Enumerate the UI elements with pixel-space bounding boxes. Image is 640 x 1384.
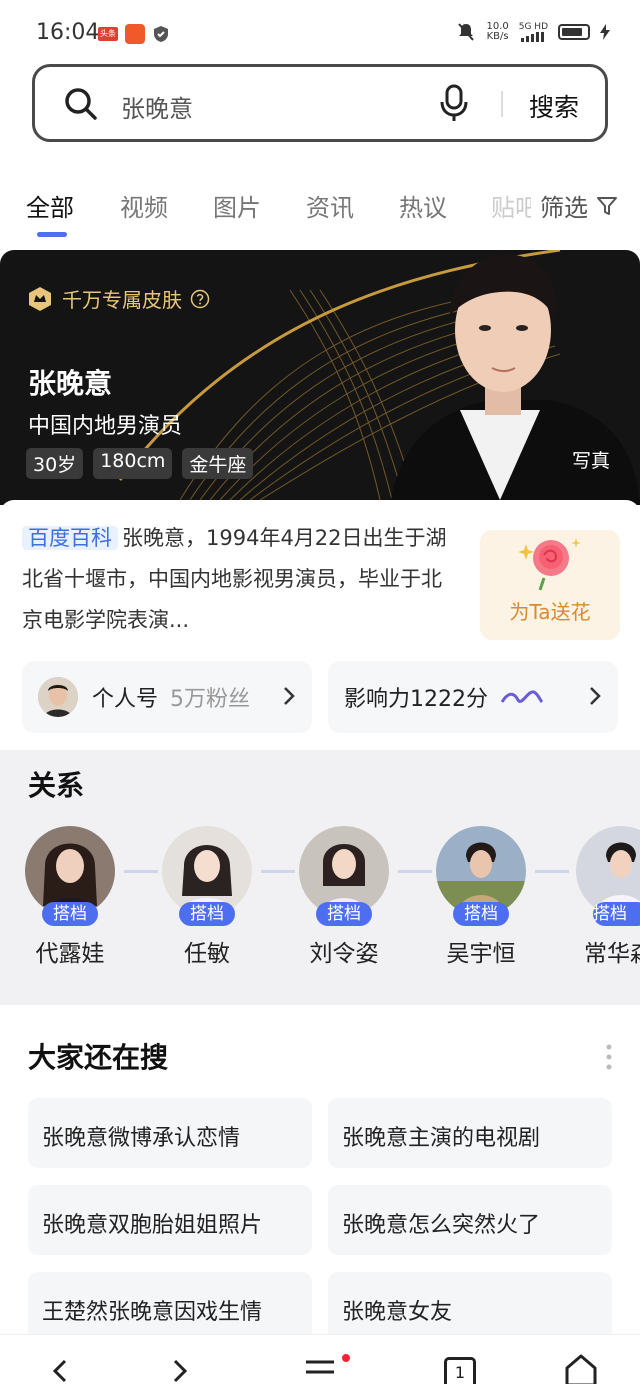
tab-images[interactable]: 图片 [213,188,261,223]
relations-section: 关系 搭档 代露娃 搭档 任敏 搭档 刘令姿 搭档 吴宇恒 搭档 常华 [0,750,640,1005]
related-search-item[interactable]: 张晚意微博承认恋情 [28,1098,312,1168]
crown-icon [29,286,51,311]
app-notification-icon [125,24,145,44]
person-name: 吴宇恒 [446,941,516,967]
person-name: 代露娃 [35,941,105,967]
relation-tag: 搭档 [42,902,98,926]
celebrity-hero-card[interactable]: 千万专属皮肤 张晚意 中国内地男演员 30岁 180cm 金牛座 写真 [0,250,640,505]
related-search-item[interactable]: 张晚意怎么突然火了 [328,1185,612,1255]
microphone-icon[interactable] [439,84,469,124]
active-tab-indicator [37,232,67,237]
relation-tag: 搭档 [316,902,372,926]
notification-dot [342,1354,350,1362]
search-box[interactable]: 张晚意 搜索 [32,64,608,142]
toutiao-app-icon: 头条 [98,27,118,41]
mute-bell-icon [458,23,475,41]
baike-description[interactable]: 百度百科 张晚意，1994年4月22日出生于湖北省十堰市，中国内地影视男演员，毕业… [22,518,462,641]
rose-icon [518,538,581,591]
photo-gallery-link[interactable]: 写真 [572,446,610,473]
tab-tieba[interactable]: 贴吧 [491,188,531,223]
section-title: 大家还在搜 [28,1041,169,1074]
height-chip: 180cm [93,448,173,479]
relation-tag: 搭档 [179,902,235,926]
person-name: 刘令姿 [309,941,379,967]
zodiac-chip: 金牛座 [182,448,254,479]
question-icon[interactable] [190,289,210,309]
filter-button[interactable]: 筛选 [540,188,618,223]
tab-all[interactable]: 全部 [26,188,74,223]
celebrity-name: 张晚意 [28,367,113,400]
relation-person[interactable]: 搭档 代露娃 [15,826,125,968]
bottom-navigation: 1 [0,1334,640,1384]
person-name: 任敏 [184,941,230,967]
baike-tag: 百度百科 [22,526,118,550]
back-icon[interactable] [50,1357,70,1384]
person-name: 常华森 [584,941,640,967]
related-searches-section: 大家还在搜 张晚意微博承认恋情 张晚意主演的电视剧 张晚意双胞胎姐姐照片 张晚意… [0,1006,640,1342]
related-search-item[interactable]: 张晚意双胞胎姐姐照片 [28,1185,312,1255]
baike-summary-card: 百度百科 张晚意，1994年4月22日出生于湖北省十堰市，中国内地影视男演员，毕业… [0,500,640,750]
shield-icon [154,26,168,42]
avatar [38,677,78,717]
section-title: 关系 [28,769,85,802]
tab-news[interactable]: 资讯 [306,188,354,223]
age-chip: 30岁 [26,448,84,479]
menu-icon[interactable] [304,1357,336,1384]
personal-account-link[interactable]: 个人号 5万粉丝 [22,661,312,733]
influence-score-link[interactable]: 影响力1222分 [328,661,618,733]
chevron-right-icon [284,687,295,705]
celebrity-title: 中国内地男演员 [28,414,183,439]
relation-person[interactable]: 搭档 常华森 [564,826,640,968]
battery-icon [558,24,590,40]
network-speed: 10.0 KB/s [486,21,509,42]
signal-bars-icon [521,32,545,42]
relation-person[interactable]: 搭档 任敏 [152,826,262,968]
search-input[interactable]: 张晚意 [121,89,193,124]
skin-badge[interactable]: 千万专属皮肤 [26,284,210,313]
tab-video[interactable]: 视频 [120,188,168,223]
search-icon [65,88,97,120]
send-flower-button[interactable]: 为Ta送花 [480,530,620,640]
tab-discussion[interactable]: 热议 [399,188,447,223]
relation-person[interactable]: 搭档 吴宇恒 [426,826,536,968]
divider [501,91,503,117]
related-search-item[interactable]: 张晚意主演的电视剧 [328,1098,612,1168]
signal-indicator: 5G HD [519,22,548,42]
relation-person[interactable]: 搭档 刘令姿 [289,826,399,968]
funnel-icon [597,196,617,215]
more-vertical-icon[interactable] [606,1044,612,1070]
relation-tag: 搭档 [453,902,509,926]
charging-icon [600,24,610,40]
status-bar: 16:04 头条 10.0 KB/s 5G HD [0,0,640,64]
search-button[interactable]: 搜索 [529,88,579,124]
status-time: 16:04 [36,20,100,45]
related-search-item[interactable]: 王楚然张晚意因戏生情 [28,1272,312,1342]
forward-icon[interactable] [170,1357,190,1384]
chevron-right-icon [590,687,601,705]
info-chips: 30岁 180cm 金牛座 [26,448,254,479]
home-icon[interactable] [564,1353,598,1384]
relation-tag: 搭档 [593,902,640,926]
tabs-count-button[interactable]: 1 [444,1357,476,1384]
related-search-item[interactable]: 张晚意女友 [328,1272,612,1342]
trend-wave-icon [500,690,544,704]
result-tabs: 全部 视频 图片 资讯 热议 贴吧 筛选 [0,164,640,244]
